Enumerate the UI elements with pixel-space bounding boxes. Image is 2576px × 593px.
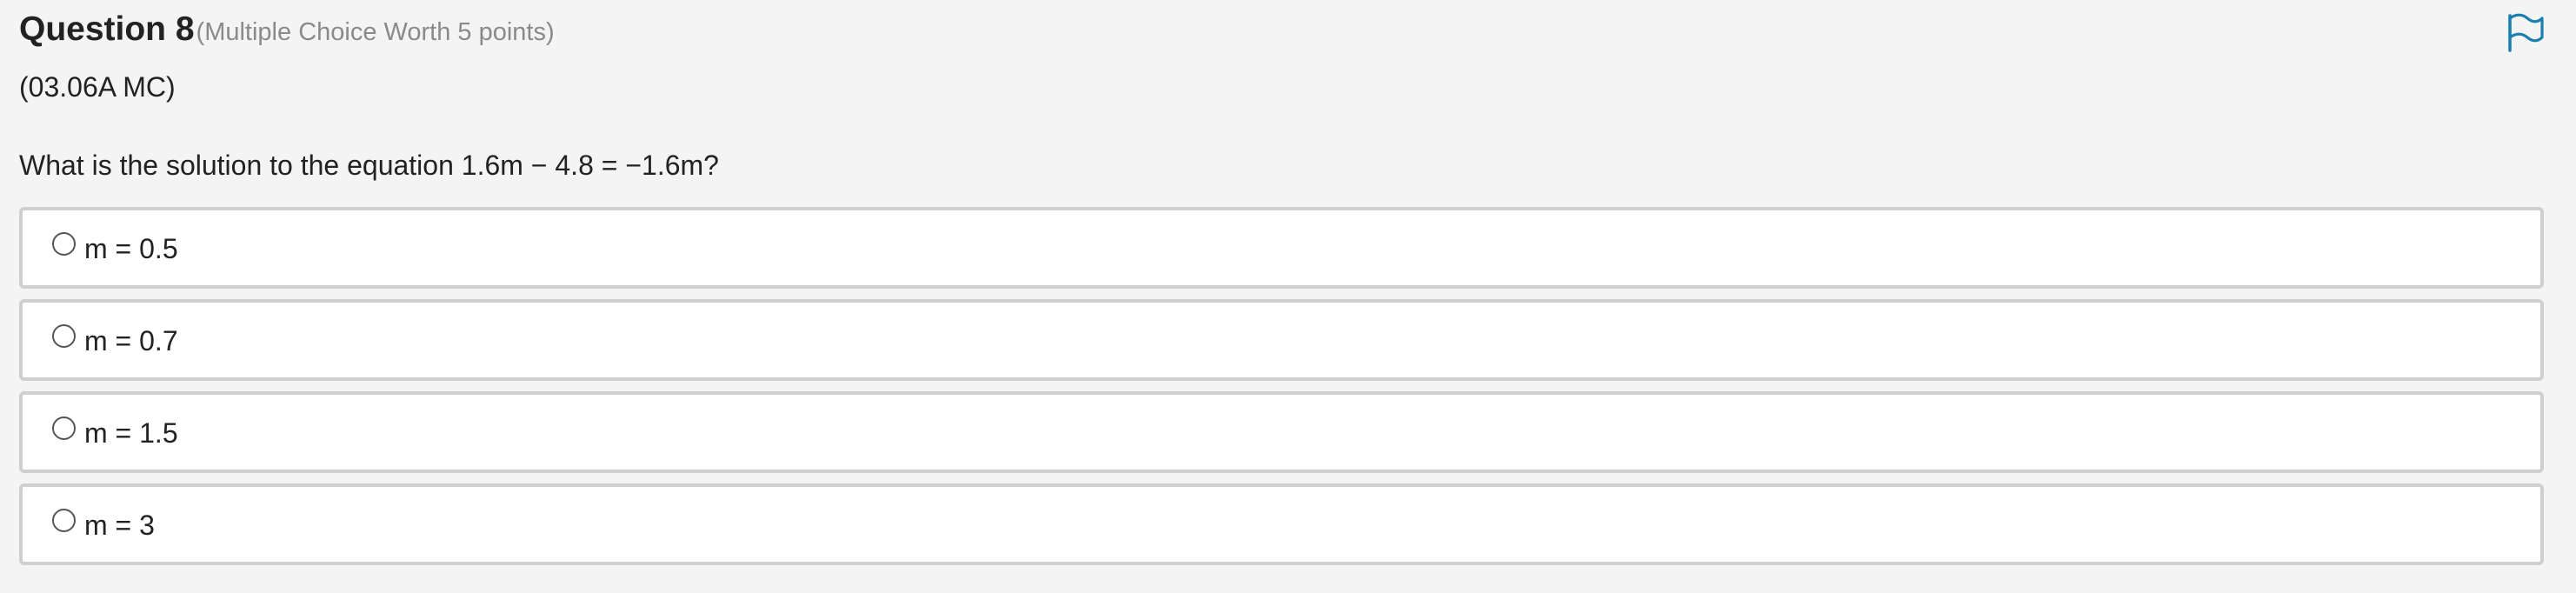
choice-label: m = 0.7 [84, 324, 178, 356]
answer-choices: m = 0.5 m = 0.7 m = 1.5 m = 3 [19, 207, 2544, 576]
question-header: Question 8 (Multiple Choice Worth 5 poin… [19, 10, 555, 49]
answer-choice[interactable]: m = 1.5 [19, 391, 2544, 473]
answer-choice[interactable]: m = 0.5 [19, 207, 2544, 289]
answer-choice[interactable]: m = 3 [19, 483, 2544, 565]
answer-choice[interactable]: m = 0.7 [19, 299, 2544, 381]
radio-button[interactable] [52, 231, 76, 256]
flag-button[interactable] [2506, 12, 2546, 52]
choice-label: m = 1.5 [84, 416, 178, 449]
question-title: Question 8 [19, 10, 195, 48]
question-meta: (Multiple Choice Worth 5 points) [196, 18, 555, 46]
radio-button[interactable] [52, 323, 76, 348]
question-code: (03.06A MC) [19, 71, 176, 103]
flag-icon [2508, 13, 2544, 52]
question-prompt: What is the solution to the equation 1.6… [19, 150, 719, 181]
radio-button[interactable] [52, 416, 76, 440]
choice-label: m = 0.5 [84, 232, 178, 264]
radio-button[interactable] [52, 508, 76, 532]
choice-label: m = 3 [84, 509, 155, 541]
